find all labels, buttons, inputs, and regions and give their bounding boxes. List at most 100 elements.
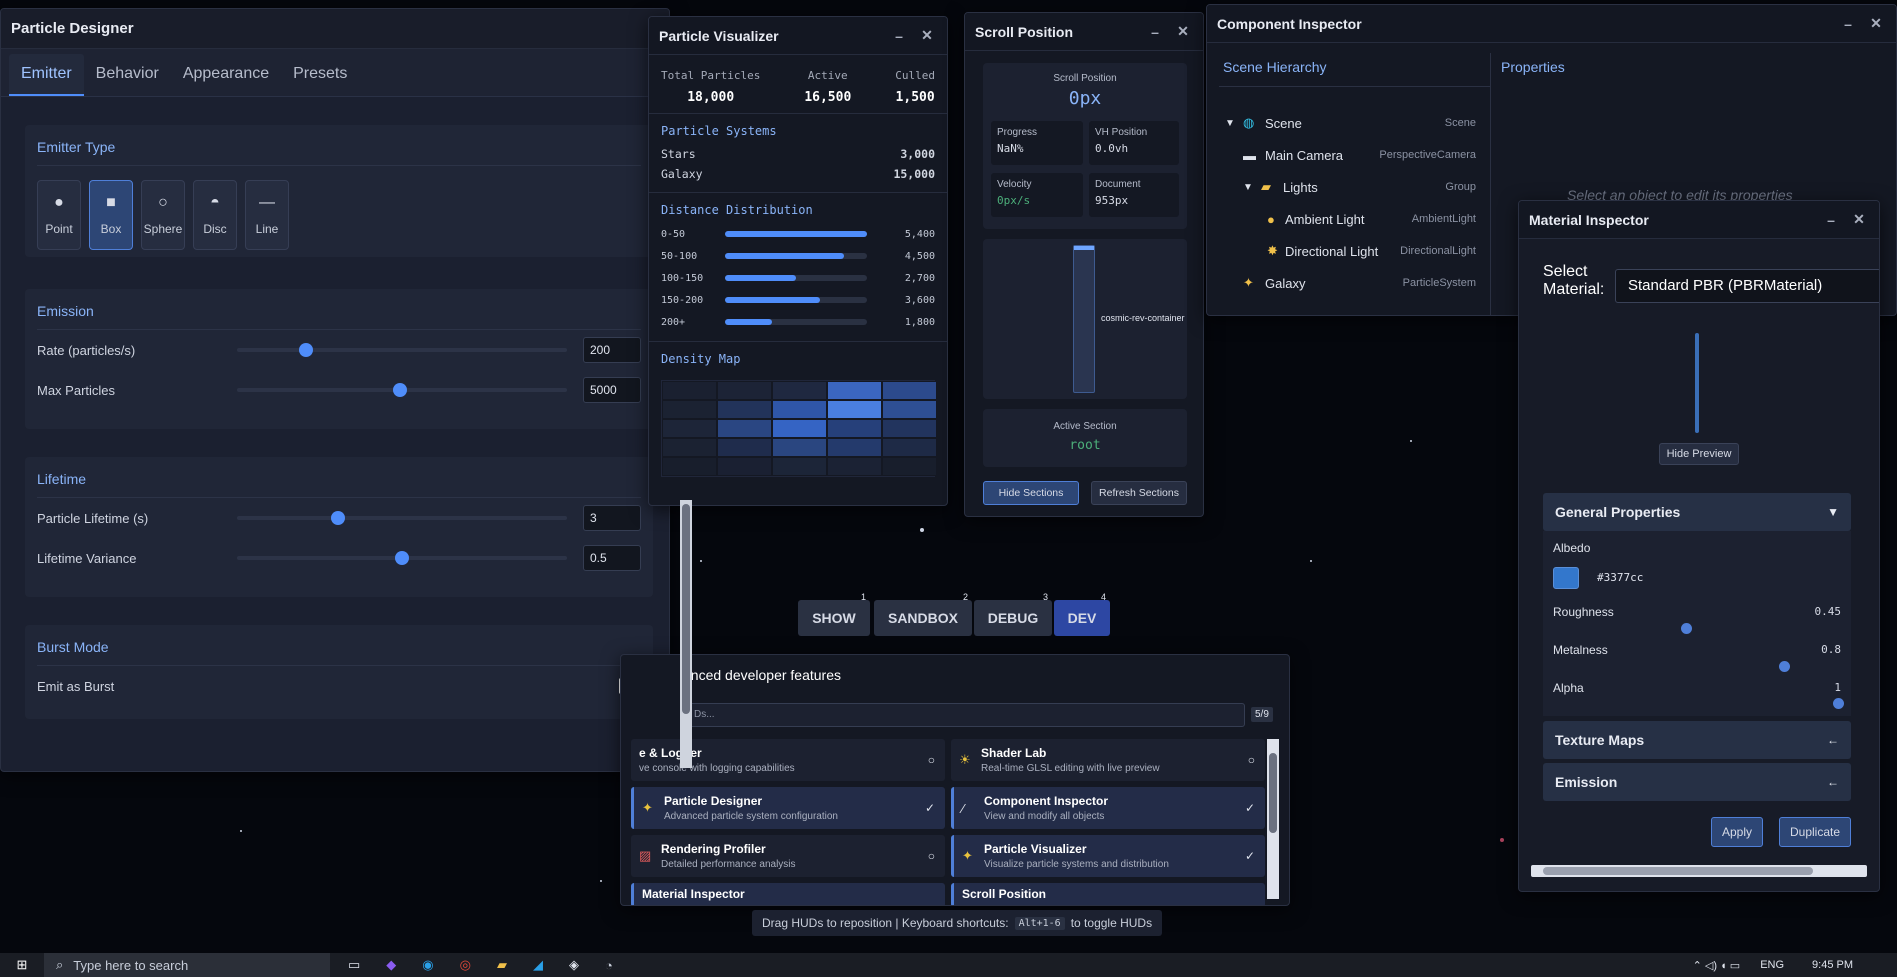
taskbar-search[interactable]: ⌕ Type here to search xyxy=(44,953,330,977)
texture-maps-header[interactable]: Texture Maps ← xyxy=(1543,721,1851,759)
minimize-icon[interactable]: – xyxy=(889,28,909,44)
material-inspector-panel[interactable]: Material Inspector – ✕ Select Material: … xyxy=(1518,200,1880,892)
horizontal-scrollbar[interactable] xyxy=(1531,865,1867,877)
feature-item-particle-visualizer[interactable]: ✦ Particle Visualizer Visualize particle s… xyxy=(951,835,1265,877)
mode-dev-button[interactable]: DEV 4 xyxy=(1054,592,1110,636)
lifetime-slider[interactable] xyxy=(237,511,567,525)
dev-features-panel[interactable]: anced developer features Ds... 5/9 e & L… xyxy=(620,654,1290,906)
emitter-point-button[interactable]: ● Point xyxy=(37,180,81,250)
tree-item-ambient-light[interactable]: ● Ambient Light xyxy=(1267,207,1365,231)
tree-item-scene[interactable]: ▼ ◍ Scene xyxy=(1225,111,1302,135)
app-icon[interactable]: ◔ xyxy=(605,958,613,973)
component-inspector-titlebar[interactable]: Component Inspector – ✕ xyxy=(1207,5,1896,43)
copilot-icon[interactable]: ◆ xyxy=(386,957,396,973)
particle-designer-titlebar[interactable]: Particle Designer xyxy=(1,9,669,49)
tree-item-lights[interactable]: ▼ ▰ Lights xyxy=(1243,175,1318,199)
emitter-line-button[interactable]: — Line xyxy=(245,180,289,250)
duplicate-button[interactable]: Duplicate xyxy=(1779,817,1851,847)
tree-item-directional-light[interactable]: ✸ Directional Light xyxy=(1267,239,1378,263)
albedo-swatch[interactable] xyxy=(1553,567,1579,589)
slider-knob[interactable] xyxy=(395,551,409,565)
variance-input[interactable]: 0.5 xyxy=(583,545,641,571)
emitter-disc-button[interactable]: ◓ Disc xyxy=(193,180,237,250)
minimize-icon[interactable]: – xyxy=(1821,212,1841,228)
tray-icons[interactable]: ⌃ ◁) ◖ ▭ xyxy=(1693,959,1741,972)
toggle-off-icon[interactable]: ○ xyxy=(928,753,935,767)
apply-button[interactable]: Apply xyxy=(1711,817,1763,847)
scroll-thumb[interactable] xyxy=(1074,246,1094,250)
telegram-icon[interactable]: ◢ xyxy=(533,957,543,973)
emission-header[interactable]: Emission ← xyxy=(1543,763,1851,801)
check-icon[interactable]: ✓ xyxy=(1245,801,1255,815)
feature-search-input[interactable]: Ds... xyxy=(687,703,1245,727)
task-view-icon[interactable]: ▭ xyxy=(348,957,360,973)
scrollbar-thumb[interactable] xyxy=(1543,867,1813,875)
expand-icon[interactable]: ▼ xyxy=(1243,182,1261,193)
mode-sandbox-button[interactable]: SANDBOX 2 xyxy=(874,592,972,636)
slider-knob[interactable] xyxy=(331,511,345,525)
minimize-icon[interactable]: – xyxy=(1838,16,1858,32)
windows-start-icon[interactable]: ⊞ xyxy=(0,957,44,973)
mode-show-button[interactable]: SHOW 1 xyxy=(798,592,870,636)
emitter-box-button[interactable]: ■ Box xyxy=(89,180,133,250)
material-select[interactable]: Standard PBR (PBRMaterial) xyxy=(1615,269,1879,303)
rate-slider[interactable] xyxy=(237,343,567,357)
particle-visualizer-titlebar[interactable]: Particle Visualizer – ✕ xyxy=(649,17,947,55)
designer-scrollbar[interactable] xyxy=(680,500,692,768)
language-indicator[interactable]: ENG xyxy=(1760,959,1784,971)
scroll-track[interactable] xyxy=(1073,245,1095,393)
tab-emitter[interactable]: Emitter xyxy=(9,54,84,96)
tab-presets[interactable]: Presets xyxy=(281,54,359,96)
check-icon[interactable]: ✓ xyxy=(1245,849,1255,863)
material-inspector-titlebar[interactable]: Material Inspector – ✕ xyxy=(1519,201,1879,239)
feature-item-logger[interactable]: e & Logger ve console with logging capabi… xyxy=(631,739,945,781)
close-icon[interactable]: ✕ xyxy=(917,27,937,44)
roughness-slider-knob[interactable] xyxy=(1681,623,1692,634)
max-particles-slider[interactable] xyxy=(237,383,567,397)
scrollbar-thumb[interactable] xyxy=(682,504,690,714)
edge-icon[interactable]: ◉ xyxy=(422,957,433,973)
emitter-sphere-button[interactable]: ○ Sphere xyxy=(141,180,185,250)
general-properties-header[interactable]: General Properties ▼ xyxy=(1543,493,1851,531)
chrome-icon[interactable]: ◎ xyxy=(460,957,471,973)
clock[interactable]: 9:45 PM xyxy=(1812,959,1853,971)
lifetime-input[interactable]: 3 xyxy=(583,505,641,531)
hide-preview-button[interactable]: Hide Preview xyxy=(1659,443,1739,465)
feature-item-material-inspector[interactable]: Material Inspector xyxy=(631,883,945,905)
toggle-off-icon[interactable]: ○ xyxy=(928,849,935,863)
refresh-sections-button[interactable]: Refresh Sections xyxy=(1091,481,1187,505)
slider-knob[interactable] xyxy=(299,343,313,357)
scroll-position-titlebar[interactable]: Scroll Position – ✕ xyxy=(965,13,1203,51)
app-icon[interactable]: ◈ xyxy=(569,957,579,973)
close-icon[interactable]: ✕ xyxy=(1173,23,1193,40)
close-icon[interactable]: ✕ xyxy=(1849,211,1869,228)
mode-debug-button[interactable]: DEBUG 3 xyxy=(974,592,1052,636)
slider-knob[interactable] xyxy=(393,383,407,397)
tab-behavior[interactable]: Behavior xyxy=(84,54,171,96)
toggle-off-icon[interactable]: ○ xyxy=(1248,753,1255,767)
rate-input[interactable]: 200 xyxy=(583,337,641,363)
hide-sections-button[interactable]: Hide Sections xyxy=(983,481,1079,505)
expand-icon[interactable]: ▼ xyxy=(1225,118,1243,129)
tab-appearance[interactable]: Appearance xyxy=(171,54,281,96)
feature-item-particle-designer[interactable]: ✦ Particle Designer Advanced particle syst… xyxy=(631,787,945,829)
close-icon[interactable]: ✕ xyxy=(1866,15,1886,32)
feature-item-shader-lab[interactable]: ☀ Shader Lab Real-time GLSL editing with l… xyxy=(951,739,1265,781)
check-icon[interactable]: ✓ xyxy=(925,801,935,815)
alpha-slider-knob[interactable] xyxy=(1833,698,1844,709)
feature-item-scroll-position[interactable]: Scroll Position xyxy=(951,883,1265,905)
particle-visualizer-panel[interactable]: Particle Visualizer – ✕ Total Particles 1… xyxy=(648,16,948,506)
variance-slider[interactable] xyxy=(237,551,567,565)
metalness-slider-knob[interactable] xyxy=(1779,661,1790,672)
scrollbar-thumb[interactable] xyxy=(1269,753,1277,833)
tree-item-galaxy[interactable]: ✦ Galaxy xyxy=(1243,271,1305,295)
scroll-position-panel[interactable]: Scroll Position – ✕ Scroll Position 0px … xyxy=(964,12,1204,517)
feature-item-rendering-profiler[interactable]: ▨ Rendering Profiler Detailed performance … xyxy=(631,835,945,877)
particle-designer-panel[interactable]: Particle Designer Emitter Behavior Appea… xyxy=(0,8,670,772)
vertical-scrollbar[interactable] xyxy=(1267,739,1279,899)
tree-item-main-camera[interactable]: ▬ Main Camera xyxy=(1243,143,1343,167)
explorer-icon[interactable]: ▰ xyxy=(497,957,507,973)
max-particles-input[interactable]: 5000 xyxy=(583,377,641,403)
minimize-icon[interactable]: – xyxy=(1145,24,1165,40)
feature-item-component-inspector[interactable]: ⁄ Component Inspector View and modify all … xyxy=(951,787,1265,829)
